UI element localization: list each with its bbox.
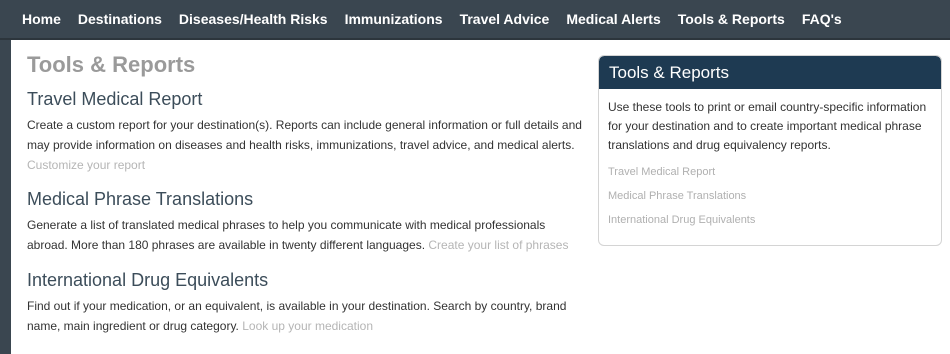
left-accent-bar [0, 40, 11, 354]
section-travel-medical-report: Travel Medical Report Create a custom re… [27, 88, 587, 175]
nav-tools-reports[interactable]: Tools & Reports [678, 11, 785, 27]
sidebar-box-body: Use these tools to print or email countr… [599, 89, 941, 227]
nav-medical-alerts[interactable]: Medical Alerts [566, 11, 660, 27]
section-international-drug-equivalents: International Drug Equivalents Find out … [27, 269, 587, 336]
look-up-medication-link[interactable]: Look up your medication [242, 319, 373, 333]
create-phrase-list-link[interactable]: Create your list of phrases [428, 238, 568, 252]
nav-home[interactable]: Home [22, 11, 61, 27]
nav-diseases-health-risks[interactable]: Diseases/Health Risks [179, 11, 328, 27]
tools-reports-sidebar-box: Tools & Reports Use these tools to print… [598, 55, 942, 246]
nav-travel-advice[interactable]: Travel Advice [460, 11, 550, 27]
sidebar-box-title: Tools & Reports [599, 56, 941, 89]
top-nav: Home Destinations Diseases/Health Risks … [0, 0, 950, 40]
sidebar-link-travel-medical-report[interactable]: Travel Medical Report [608, 165, 933, 179]
nav-faqs[interactable]: FAQ's [802, 11, 842, 27]
sidebar-link-medical-phrase-translations[interactable]: Medical Phrase Translations [608, 189, 933, 203]
section-heading: Travel Medical Report [27, 89, 203, 109]
section-heading: Medical Phrase Translations [27, 189, 254, 209]
section-heading: International Drug Equivalents [27, 270, 269, 290]
sidebar-link-international-drug-equivalents[interactable]: International Drug Equivalents [608, 213, 933, 227]
section-body: Find out if your medication, or an equiv… [27, 296, 587, 336]
sidebar-description: Use these tools to print or email countr… [608, 100, 927, 152]
nav-destinations[interactable]: Destinations [78, 11, 162, 27]
nav-immunizations[interactable]: Immunizations [345, 11, 443, 27]
page-title: Tools & Reports [27, 52, 196, 77]
section-medical-phrase-translations: Medical Phrase Translations Generate a l… [27, 188, 587, 255]
section-body: Generate a list of translated medical ph… [27, 215, 587, 255]
section-body: Create a custom report for your destinat… [27, 115, 587, 175]
section-text: Create a custom report for your destinat… [27, 118, 582, 152]
main-content: Tools & Reports Travel Medical Report Cr… [27, 52, 587, 336]
customize-report-link[interactable]: Customize your report [27, 158, 145, 172]
